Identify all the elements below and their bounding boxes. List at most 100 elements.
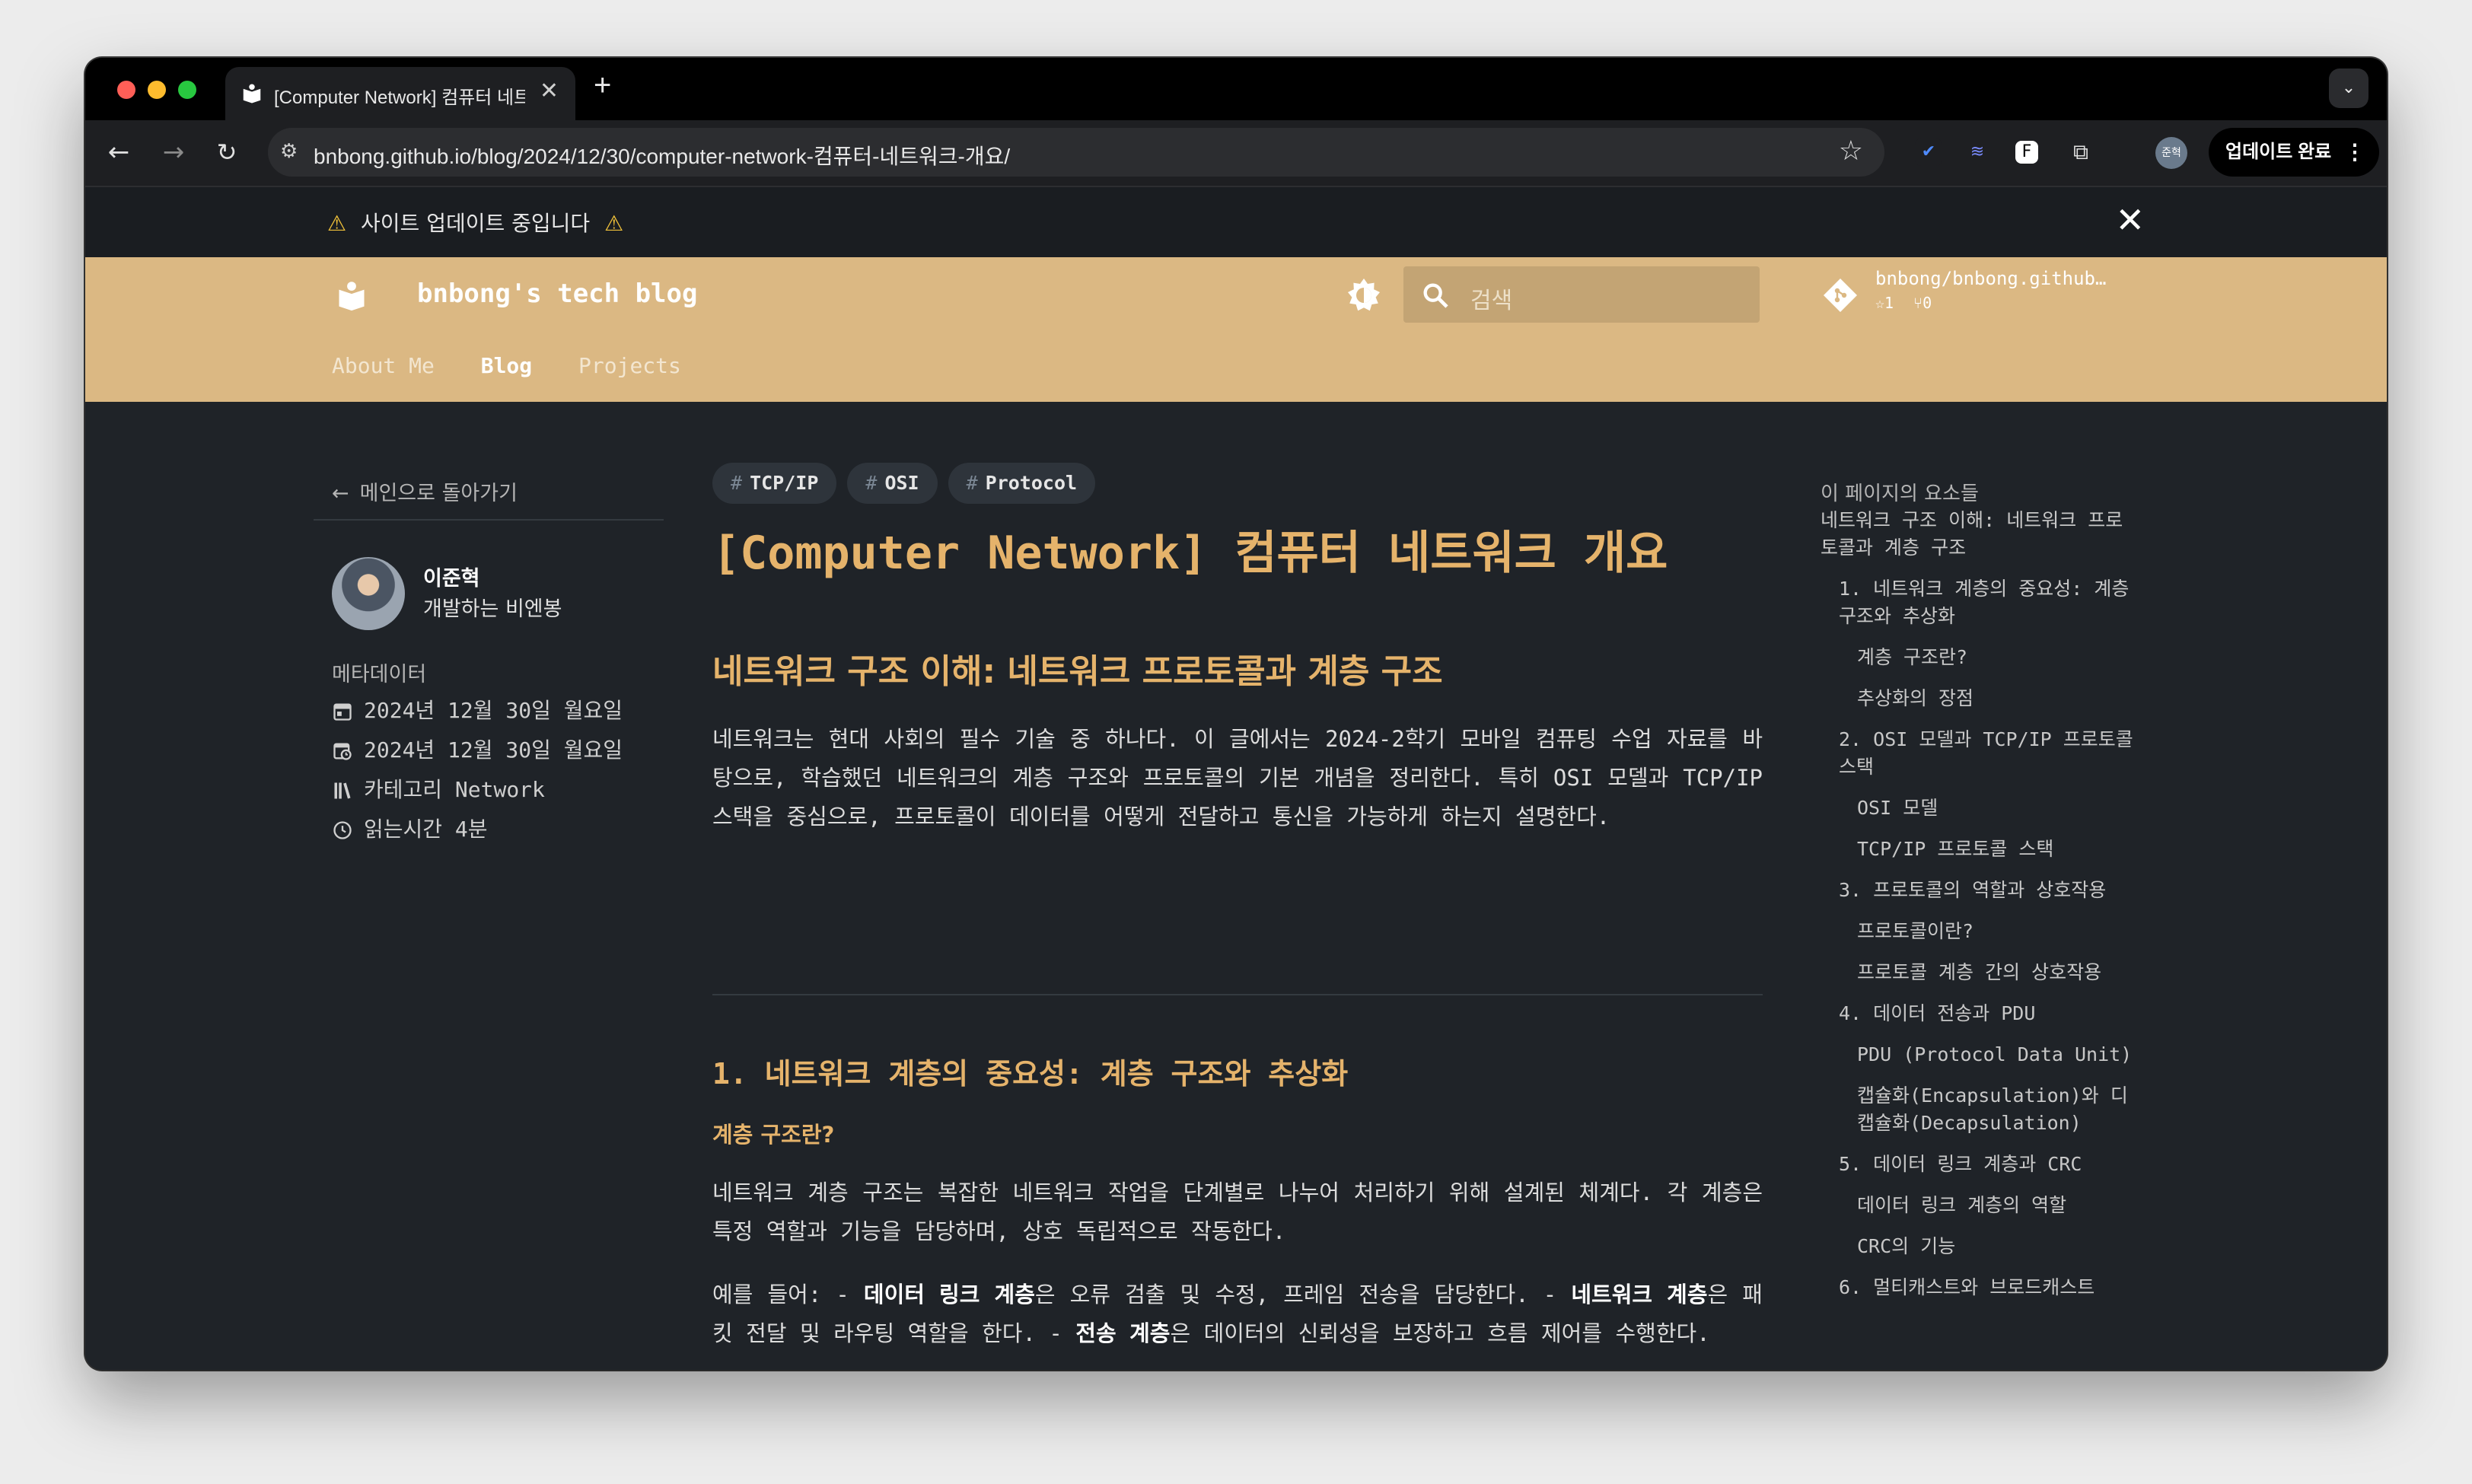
meta-created-text: 2024년 12월 30일 월요일 xyxy=(364,698,623,723)
meta-reading-time: 읽는시간 4분 xyxy=(332,813,488,843)
layer-paragraph: 네트워크 계층 구조는 복잡한 네트워크 작업을 단계별로 나누어 처리하기 위… xyxy=(712,1180,1763,1244)
star-icon: ☆ xyxy=(1875,294,1885,312)
calendar-clock-icon xyxy=(333,743,352,760)
hash-icon: # xyxy=(731,472,743,494)
meta-created: 2024년 12월 30일 월요일 xyxy=(332,694,623,724)
new-tab-icon[interactable]: + xyxy=(594,68,611,103)
book-favicon-icon xyxy=(243,84,261,103)
toc-item[interactable]: 프로토콜 계층 간의 상호작용 xyxy=(1821,959,2140,986)
search-placeholder: 검색 xyxy=(1470,288,1513,314)
repo-stats: ☆1 ⑂0 xyxy=(1875,294,1932,312)
section-heading: 네트워크 구조 이해: 네트워크 프로토콜과 계층 구조 xyxy=(712,652,1443,691)
toc-item[interactable]: 5. 데이터 링크 계층과 CRC xyxy=(1821,1151,2140,1178)
clock-icon xyxy=(333,821,352,839)
minor-heading: 계층 구조란? xyxy=(712,1122,835,1148)
search-input[interactable]: 검색 xyxy=(1403,266,1760,323)
table-of-contents: 네트워크 구조 이해: 네트워크 프로토콜과 계층 구조 1. 네트워크 계층의 … xyxy=(1821,507,2140,1370)
tag-chip[interactable]: # TCP/IP xyxy=(712,463,837,504)
toc-item[interactable]: 캡슐화(Encapsulation)와 디캡슐화(Decapsulation) xyxy=(1821,1082,2140,1137)
site-header: bnbong's tech blog 검색 bnbong/bnbong.gith… xyxy=(85,257,2387,402)
warning-icon: ⚠ xyxy=(604,211,624,236)
fork-icon: ⑂ xyxy=(1913,294,1923,312)
toc-item[interactable]: 3. 프로토콜의 역할과 상호작용 xyxy=(1821,877,2140,904)
calendar-icon xyxy=(333,703,352,721)
warning-icon: ⚠ xyxy=(327,211,347,236)
browser-toolbar: ← → ↻ ⚙ bnbong.github.io/blog/2024/12/30… xyxy=(85,120,2387,187)
toc-item[interactable]: OSI 모델 xyxy=(1821,795,2140,822)
sidebar-divider xyxy=(314,519,664,521)
announcement-banner: ⚠ 사이트 업데이트 중입니다 ⚠ ✕ xyxy=(85,187,2387,257)
meta-updated-text: 2024년 12월 30일 월요일 xyxy=(364,737,623,763)
metadata-title: 메타데이터 xyxy=(332,663,427,686)
subsection-heading: 1. 네트워크 계층의 중요성: 계층 구조와 추상화 xyxy=(712,1057,1349,1091)
tab-close-icon[interactable]: ✕ xyxy=(540,78,559,104)
bookmark-star-icon[interactable]: ☆ xyxy=(1839,135,1863,167)
more-menu-icon[interactable]: ⋮ xyxy=(2344,128,2365,177)
nav-projects[interactable]: Projects xyxy=(578,353,681,378)
tag-chip[interactable]: # Protocol xyxy=(948,463,1096,504)
toc-title: 이 페이지의 요소들 xyxy=(1821,482,1979,505)
repo-stars: 1 xyxy=(1884,294,1894,312)
profile-avatar[interactable]: 준혁 xyxy=(2155,137,2187,169)
site-info-icon[interactable]: ⚙ xyxy=(280,140,304,164)
toc-item[interactable]: 계층 구조란? xyxy=(1821,644,2140,671)
close-window-button[interactable] xyxy=(117,81,135,99)
forward-arrow-icon[interactable]: → xyxy=(158,137,189,167)
extension-f-icon[interactable]: F xyxy=(2015,141,2038,164)
git-repo-icon[interactable] xyxy=(1822,277,1859,314)
nav-about-me[interactable]: About Me xyxy=(332,353,435,378)
back-arrow-icon[interactable]: ← xyxy=(104,137,134,167)
tab-title: [Computer Network] 컴퓨터 네트워크 개요 xyxy=(274,88,525,108)
reload-icon[interactable]: ↻ xyxy=(212,137,242,167)
repo-forks: 0 xyxy=(1922,294,1932,312)
intro-paragraph: 네트워크는 현대 사회의 필수 기술 중 하나다. 이 글에서는 2024-2학… xyxy=(712,726,1763,830)
url-text: bnbong.github.io/blog/2024/12/30/compute… xyxy=(314,145,1011,168)
toc-item[interactable]: 4. 데이터 전송과 PDU xyxy=(1821,1000,2140,1027)
article-title: [Computer Network] 컴퓨터 네트워크 개요 xyxy=(712,527,1668,580)
library-icon xyxy=(334,782,351,799)
browser-tab-active[interactable]: [Computer Network] 컴퓨터 네트워크 개요 ✕ xyxy=(225,67,575,120)
repo-name[interactable]: bnbong/bnbong.github… xyxy=(1875,268,2106,289)
extensions-puzzle-icon[interactable]: ⧉ xyxy=(2067,139,2095,166)
site-title[interactable]: bnbong's tech blog xyxy=(417,279,697,309)
theme-toggle-icon[interactable] xyxy=(1346,277,1382,314)
toc-item[interactable]: 1. 네트워크 계층의 중요성: 계층 구조와 추상화 xyxy=(1821,575,2140,630)
main-nav: About Me Blog Projects xyxy=(332,353,715,378)
maximize-window-button[interactable] xyxy=(178,81,196,99)
toc-item[interactable]: 2. OSI 모델과 TCP/IP 프로토콜 스택 xyxy=(1821,726,2140,781)
address-bar[interactable]: ⚙ bnbong.github.io/blog/2024/12/30/compu… xyxy=(268,128,1884,177)
banner-close-icon[interactable]: ✕ xyxy=(2115,199,2145,240)
toc-item[interactable]: 프로토콜이란? xyxy=(1821,918,2140,945)
toc-item[interactable]: PDU (Protocol Data Unit) xyxy=(1821,1041,2140,1068)
author-avatar xyxy=(332,557,405,630)
browser-window: [Computer Network] 컴퓨터 네트워크 개요 ✕ + ⌄ ← →… xyxy=(85,58,2387,1370)
extension-check-icon[interactable]: ✔ xyxy=(1915,139,1942,166)
update-button[interactable]: 업데이트 완료 ⋮ xyxy=(2209,128,2379,177)
toc-item[interactable]: 데이터 링크 계층의 역할 xyxy=(1821,1192,2140,1219)
example-paragraph: 예를 들어: - 데이터 링크 계층은 오류 검출 및 수정, 프레임 전송을 … xyxy=(712,1282,1763,1346)
minimize-window-button[interactable] xyxy=(148,81,166,99)
toc-item[interactable]: 추상화의 장점 xyxy=(1821,685,2140,712)
back-label: 메인으로 돌아가기 xyxy=(359,482,518,505)
toc-item[interactable]: 6. 멀티캐스트와 브로드캐스트 xyxy=(1821,1274,2140,1301)
author-name: 이준혁 xyxy=(423,567,480,591)
author-bio: 개발하는 비엔봉 xyxy=(423,597,562,621)
tab-bar: [Computer Network] 컴퓨터 네트워크 개요 ✕ + ⌄ xyxy=(85,58,2387,120)
nav-blog[interactable]: Blog xyxy=(481,353,532,378)
hash-icon: # xyxy=(966,472,978,494)
tag-list: # TCP/IP # OSI # Protocol xyxy=(712,463,1106,504)
meta-category-text: 카테고리 Network xyxy=(364,777,545,802)
toc-item[interactable]: TCP/IP 프로토콜 스택 xyxy=(1821,836,2140,863)
tag-chip[interactable]: # OSI xyxy=(847,463,938,504)
extension-sound-icon[interactable]: ≋ xyxy=(1964,139,1991,166)
back-to-main-link[interactable]: ← 메인으로 돌아가기 xyxy=(332,476,518,506)
toc-item[interactable]: CRC의 기능 xyxy=(1821,1233,2140,1260)
meta-reading-text: 읽는시간 4분 xyxy=(364,817,488,842)
search-icon xyxy=(1423,283,1448,308)
meta-updated: 2024년 12월 30일 월요일 xyxy=(332,734,623,764)
book-logo-icon[interactable] xyxy=(335,279,368,312)
tab-search-chevron-icon[interactable]: ⌄ xyxy=(2329,68,2368,108)
toc-item[interactable]: 네트워크 구조 이해: 네트워크 프로토콜과 계층 구조 xyxy=(1821,507,2140,562)
meta-category: 카테고리 Network xyxy=(332,773,545,804)
update-button-label: 업데이트 완료 xyxy=(2225,142,2332,162)
